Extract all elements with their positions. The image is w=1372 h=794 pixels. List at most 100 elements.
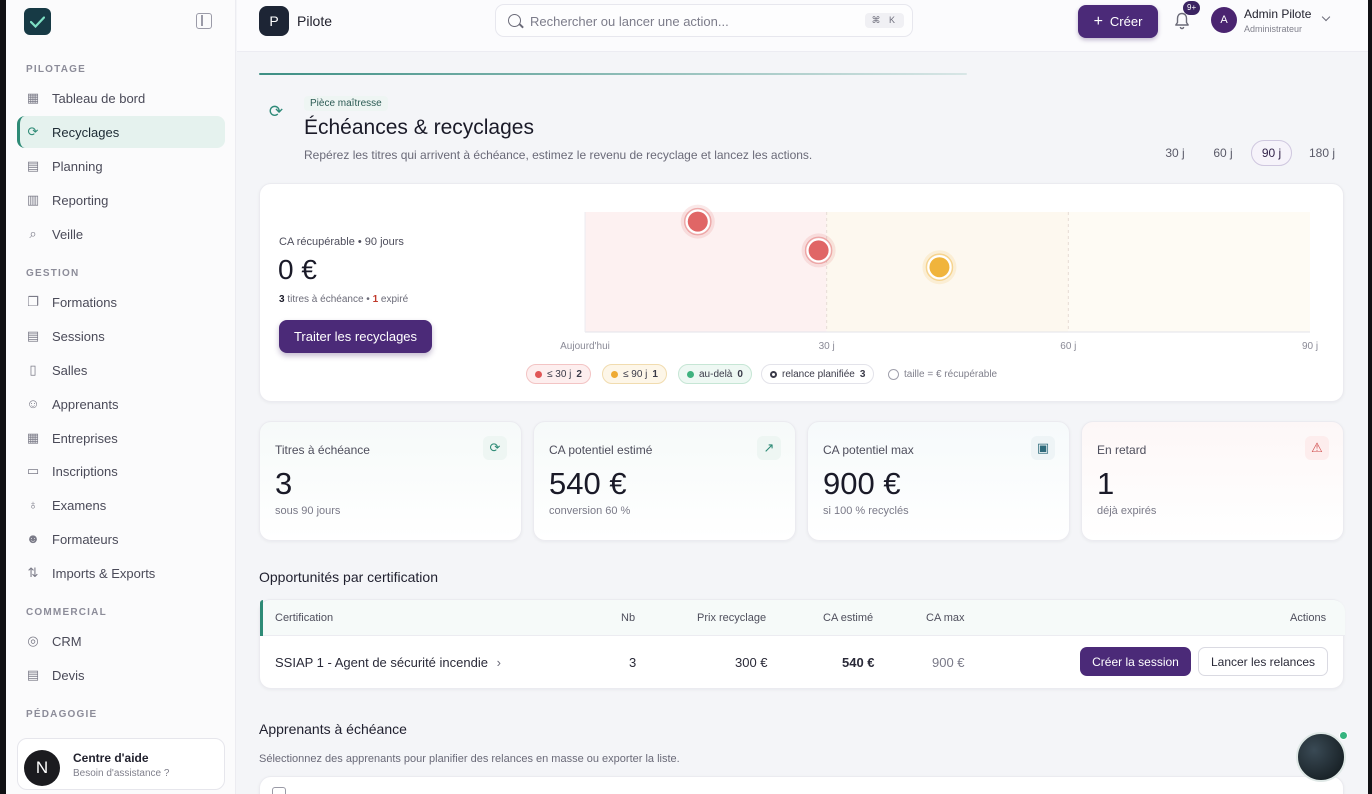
app-badge[interactable]: P — [259, 6, 289, 36]
chevron-down-icon[interactable] — [1321, 12, 1331, 22]
expired-text: expiré — [380, 294, 409, 305]
legend-count: 0 — [737, 368, 743, 380]
sidebar-item-label: Tableau de bord — [52, 90, 146, 106]
help-center-card[interactable]: N Centre d'aide Besoin d'assistance ? — [17, 738, 225, 790]
learners-description: Sélectionnez des apprenants pour planifi… — [259, 753, 680, 765]
learners-table — [259, 776, 1344, 794]
create-button[interactable]: + Créer — [1078, 5, 1158, 38]
opportunities-table: Certification Nb Prix recyclage CA estim… — [259, 599, 1345, 689]
legend-count: 2 — [576, 368, 582, 380]
column-header-ca-estime[interactable]: CA estimé — [823, 612, 873, 624]
section-label-gestion: GESTION — [26, 268, 80, 279]
book-icon: ❐ — [27, 294, 39, 309]
legend-ring — [770, 370, 777, 378]
sidebar-item-entreprises[interactable]: ▦ Entreprises — [17, 422, 225, 454]
sidebar-item-sessions[interactable]: ▤ Sessions — [17, 320, 225, 352]
legend-item-30j[interactable]: ≤ 30 j 2 — [526, 364, 591, 384]
sidebar-item-label: Salles — [52, 362, 88, 378]
create-button-label: Créer — [1109, 14, 1143, 29]
column-header-prix[interactable]: Prix recyclage — [697, 612, 766, 624]
sidebar-item-examens[interactable]: ♁ Examens — [17, 489, 225, 521]
launch-reminders-button[interactable]: Lancer les relances — [1198, 647, 1328, 676]
certification-link[interactable]: SSIAP 1 - Agent de sécurité incendie › — [275, 655, 501, 670]
file-transfer-icon: ⇅ — [27, 565, 39, 580]
search-input[interactable]: Rechercher ou lancer une action... ⌘ K — [495, 4, 913, 37]
help-avatar: N — [24, 750, 60, 786]
kpi-label: En retard — [1097, 443, 1147, 457]
table-header-accent — [260, 600, 263, 636]
kpi-subtitle: conversion 60 % — [549, 505, 631, 517]
select-all-checkbox[interactable] — [272, 787, 286, 794]
create-session-button[interactable]: Créer la session — [1080, 647, 1191, 676]
expired-count: 1 — [372, 294, 379, 305]
kpi-subtitle: déjà expirés — [1097, 505, 1157, 517]
column-header-certification[interactable]: Certification — [275, 612, 333, 624]
plus-icon: + — [1093, 12, 1103, 30]
warning-icon: ⚠ — [1305, 436, 1329, 460]
sidebar-item-label: Sessions — [52, 328, 105, 344]
sidebar-item-devis[interactable]: ▤ Devis — [17, 659, 225, 691]
sidebar-item-label: Recyclages — [52, 124, 120, 140]
certification-name: SSIAP 1 - Agent de sécurité incendie — [275, 655, 488, 670]
sidebar-item-formations[interactable]: ❐ Formations — [17, 286, 225, 318]
sidebar-item-salles[interactable]: ▯ Salles — [17, 354, 225, 386]
online-status-dot — [1339, 731, 1348, 740]
sidebar-item-tableau-de-bord[interactable]: ▦ Tableau de bord — [17, 82, 225, 114]
sidebar-item-reporting[interactable]: ▥ Reporting — [17, 184, 225, 216]
page-description: Repérez les titres qui arrivent à échéan… — [304, 148, 813, 162]
row-prix: 300 € — [735, 655, 768, 670]
column-header-ca-max[interactable]: CA max — [926, 612, 965, 624]
sidebar-item-label: Devis — [52, 667, 85, 683]
sidebar-item-label: Inscriptions — [52, 463, 118, 479]
period-60j[interactable]: 60 j — [1205, 140, 1241, 166]
sidebar-item-crm[interactable]: ◎ CRM — [17, 625, 225, 657]
legend-item-90j[interactable]: ≤ 90 j 1 — [602, 364, 667, 384]
legend-dot — [687, 370, 694, 378]
sidebar-item-veille[interactable]: ⌕ Veille — [17, 218, 225, 250]
row-ca-max: 900 € — [932, 655, 965, 670]
period-180j[interactable]: 180 j — [1301, 140, 1343, 166]
expiry-chart: Aujourd'hui 30 j 60 j 90 j — [560, 204, 1318, 352]
user-cog-icon: ☻ — [26, 531, 40, 546]
collapse-sidebar-icon[interactable] — [196, 13, 212, 29]
check-icon — [30, 15, 45, 28]
sidebar-item-label: Examens — [52, 497, 107, 513]
recoverable-revenue-card: CA récupérable • 90 jours 0 € 3 titres à… — [259, 183, 1344, 402]
sidebar-item-label: Formations — [52, 294, 118, 310]
grid-icon: ▦ — [26, 90, 40, 105]
award-icon: ♁ — [28, 497, 38, 512]
user-name[interactable]: Admin Pilote — [1244, 7, 1311, 21]
target-icon: ◎ — [27, 633, 39, 648]
legend-item-relance-planifiee[interactable]: relance planifiée 3 — [761, 364, 875, 384]
chart-tick-label: 60 j — [1060, 341, 1076, 352]
app-logo[interactable] — [24, 8, 51, 35]
chart-tick-label: 30 j — [819, 341, 835, 352]
legend-dot — [611, 370, 618, 378]
legend-item-size-hint: taille = € récupérable — [880, 364, 1005, 384]
legend-item-au-dela[interactable]: au-delà 0 — [678, 364, 752, 384]
period-90j[interactable]: 90 j — [1251, 140, 1292, 166]
sidebar-item-apprenants[interactable]: ☺ Apprenants — [17, 388, 225, 420]
column-header-actions: Actions — [1290, 612, 1327, 624]
column-header-nb[interactable]: Nb — [621, 612, 635, 624]
kpi-overdue: En retard 1 déjà expirés ⚠ — [1081, 421, 1344, 541]
sidebar-item-recyclages[interactable]: ⟳ Recyclages — [17, 116, 225, 148]
search-icon — [508, 14, 521, 27]
sidebar-item-imports-exports[interactable]: ⇅ Imports & Exports — [17, 557, 225, 589]
assistant-button[interactable] — [1296, 732, 1346, 782]
titles-count: 3 — [279, 294, 285, 305]
learners-title: Apprenants à échéance — [259, 721, 407, 737]
avatar[interactable]: A — [1211, 7, 1237, 33]
sidebar-item-formateurs[interactable]: ☻ Formateurs — [17, 523, 225, 555]
notification-badge: 9+ — [1183, 1, 1201, 15]
legend-label: ≤ 90 j — [623, 368, 648, 380]
sidebar-item-inscriptions[interactable]: ▭ Inscriptions — [17, 455, 225, 487]
main-content: ⟳ Pièce maîtresse Échéances & recyclages… — [237, 52, 1368, 794]
sidebar-item-planning[interactable]: ▤ Planning — [17, 150, 225, 182]
process-recyclings-button[interactable]: Traiter les recyclages — [279, 320, 432, 353]
kpi-titles-due: Titres à échéance 3 sous 90 jours ⟳ — [259, 421, 522, 541]
period-30j[interactable]: 30 j — [1157, 140, 1193, 166]
page-title: Échéances & recyclages — [304, 116, 534, 139]
section-label-pedagogie: PÉDAGOGIE — [26, 709, 98, 720]
app-name: Pilote — [297, 13, 333, 29]
